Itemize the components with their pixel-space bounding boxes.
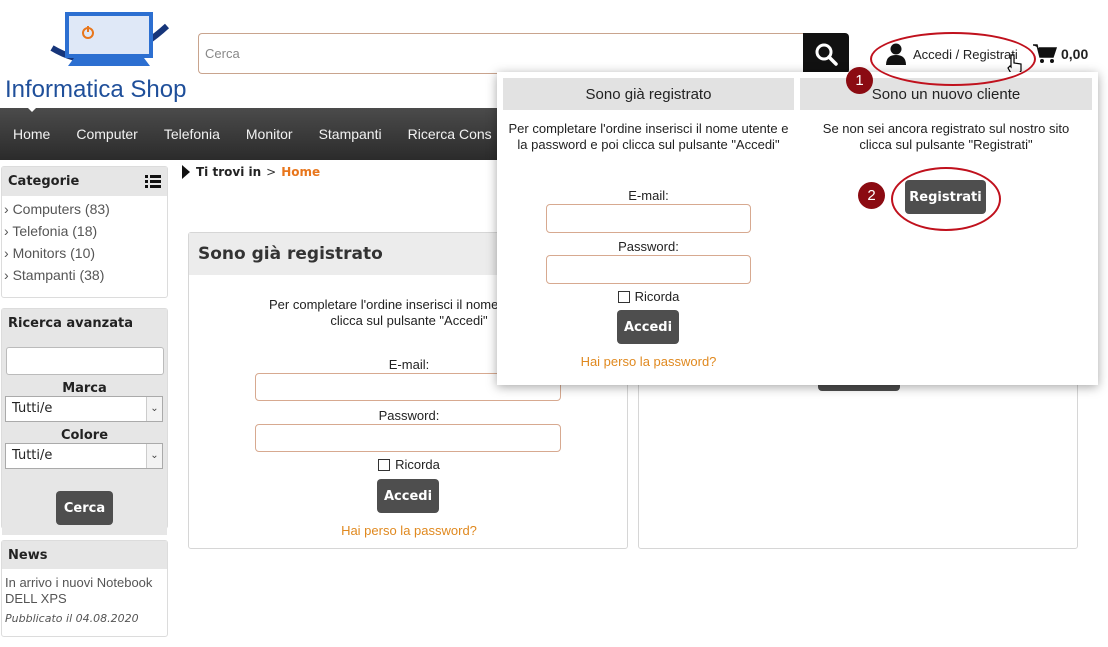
category-item-telefonia[interactable]: › Telefonia (18) bbox=[2, 220, 167, 242]
dropdown-remember-row: Ricorda bbox=[503, 289, 794, 304]
dropdown-email-field[interactable] bbox=[546, 204, 751, 233]
computer-logo-icon bbox=[50, 12, 170, 66]
news-title: News bbox=[8, 547, 48, 563]
nav-item-stampanti[interactable]: Stampanti bbox=[306, 126, 395, 142]
color-select[interactable]: Tutti/e ⌄ bbox=[5, 443, 163, 469]
annotation-badge-2: 2 bbox=[858, 182, 885, 209]
chevron-down-icon: ⌄ bbox=[146, 444, 162, 468]
advanced-search-header: Ricerca avanzata bbox=[2, 309, 167, 337]
account-dropdown: Sono già registrato Sono un nuovo client… bbox=[497, 72, 1098, 385]
cart-widget[interactable]: 0,00 bbox=[1033, 44, 1088, 64]
advanced-search-button[interactable]: Cerca bbox=[56, 491, 113, 525]
nav-item-monitor[interactable]: Monitor bbox=[233, 126, 306, 142]
dropdown-email-label: E-mail: bbox=[628, 188, 669, 203]
password-label: Password: bbox=[378, 408, 440, 423]
nav-item-ricerca[interactable]: Ricerca Cons bbox=[395, 126, 500, 142]
category-item-stampanti[interactable]: › Stampanti (38) bbox=[2, 264, 167, 286]
search-input[interactable] bbox=[198, 33, 804, 74]
annotation-ellipse-account bbox=[870, 32, 1036, 86]
annotation-ellipse-register bbox=[891, 167, 1001, 231]
dropdown-password-label: Password: bbox=[618, 239, 679, 254]
news-date: Pubblicato il 04.08.2020 bbox=[5, 612, 139, 625]
password-field[interactable] bbox=[255, 424, 561, 452]
nav-item-home[interactable]: Home bbox=[0, 108, 63, 142]
caret-right-icon bbox=[182, 165, 190, 179]
nav-item-computer[interactable]: Computer bbox=[63, 126, 150, 142]
list-icon bbox=[145, 175, 161, 188]
categories-box: Categorie › Computers (83) › Telefonia (… bbox=[1, 166, 168, 298]
main-navbar: Home Computer Telefonia Monitor Stampant… bbox=[0, 108, 500, 160]
shopping-cart-icon bbox=[1033, 44, 1057, 63]
cart-total: 0,00 bbox=[1061, 46, 1089, 62]
advanced-search-input[interactable] bbox=[5, 347, 164, 375]
dropdown-new-text: Se non sei ancora registrato sul nostro … bbox=[822, 121, 1070, 152]
search-button[interactable] bbox=[803, 33, 849, 74]
news-text[interactable]: In arrivo i nuovi Notebook DELL XPS bbox=[5, 575, 164, 607]
remember-row: Ricorda bbox=[189, 457, 629, 472]
news-box: News In arrivo i nuovi Notebook DELL XPS… bbox=[1, 540, 168, 637]
nav-item-telefonia[interactable]: Telefonia bbox=[151, 126, 233, 142]
dropdown-password-field[interactable] bbox=[546, 255, 751, 284]
advanced-search-title: Ricerca avanzata bbox=[8, 315, 134, 331]
category-item-monitors[interactable]: › Monitors (10) bbox=[2, 242, 167, 264]
brand-label: Marca bbox=[62, 381, 107, 396]
remember-checkbox[interactable] bbox=[378, 458, 391, 471]
dropdown-login-button[interactable]: Accedi bbox=[617, 310, 679, 344]
remember-label: Ricorda bbox=[395, 457, 440, 472]
breadcrumb-separator: > bbox=[266, 165, 277, 179]
category-item-computers[interactable]: › Computers (83) bbox=[2, 198, 167, 220]
dropdown-registered-text: Per completare l'ordine inserisci il nom… bbox=[508, 121, 789, 152]
shop-logo[interactable]: Informatica Shop bbox=[2, 6, 187, 103]
forgot-password-link[interactable]: Hai perso la password? bbox=[189, 523, 629, 538]
chevron-down-icon: ⌄ bbox=[146, 397, 162, 421]
news-header: News bbox=[2, 541, 167, 569]
logo-text: Informatica Shop bbox=[5, 76, 187, 103]
login-button[interactable]: Accedi bbox=[377, 479, 439, 513]
breadcrumb-home[interactable]: Home bbox=[281, 165, 320, 179]
breadcrumb-prefix: Ti trovi in bbox=[196, 165, 262, 179]
breadcrumb: Ti trovi in > Home bbox=[181, 165, 320, 179]
dropdown-remember-checkbox[interactable] bbox=[617, 290, 630, 303]
color-label: Colore bbox=[60, 428, 109, 443]
annotation-badge-1: 1 bbox=[846, 67, 873, 94]
dropdown-forgot-password-link[interactable]: Hai perso la password? bbox=[503, 354, 794, 369]
brand-select[interactable]: Tutti/e ⌄ bbox=[5, 396, 163, 422]
categories-title: Categorie bbox=[8, 174, 80, 189]
dropdown-registered-title: Sono già registrato bbox=[503, 78, 794, 110]
categories-header: Categorie bbox=[2, 167, 167, 196]
dropdown-remember-label: Ricorda bbox=[634, 289, 680, 304]
advanced-search-box: Ricerca avanzata Marca Tutti/e ⌄ Colore … bbox=[1, 308, 168, 535]
search-icon bbox=[815, 43, 838, 66]
